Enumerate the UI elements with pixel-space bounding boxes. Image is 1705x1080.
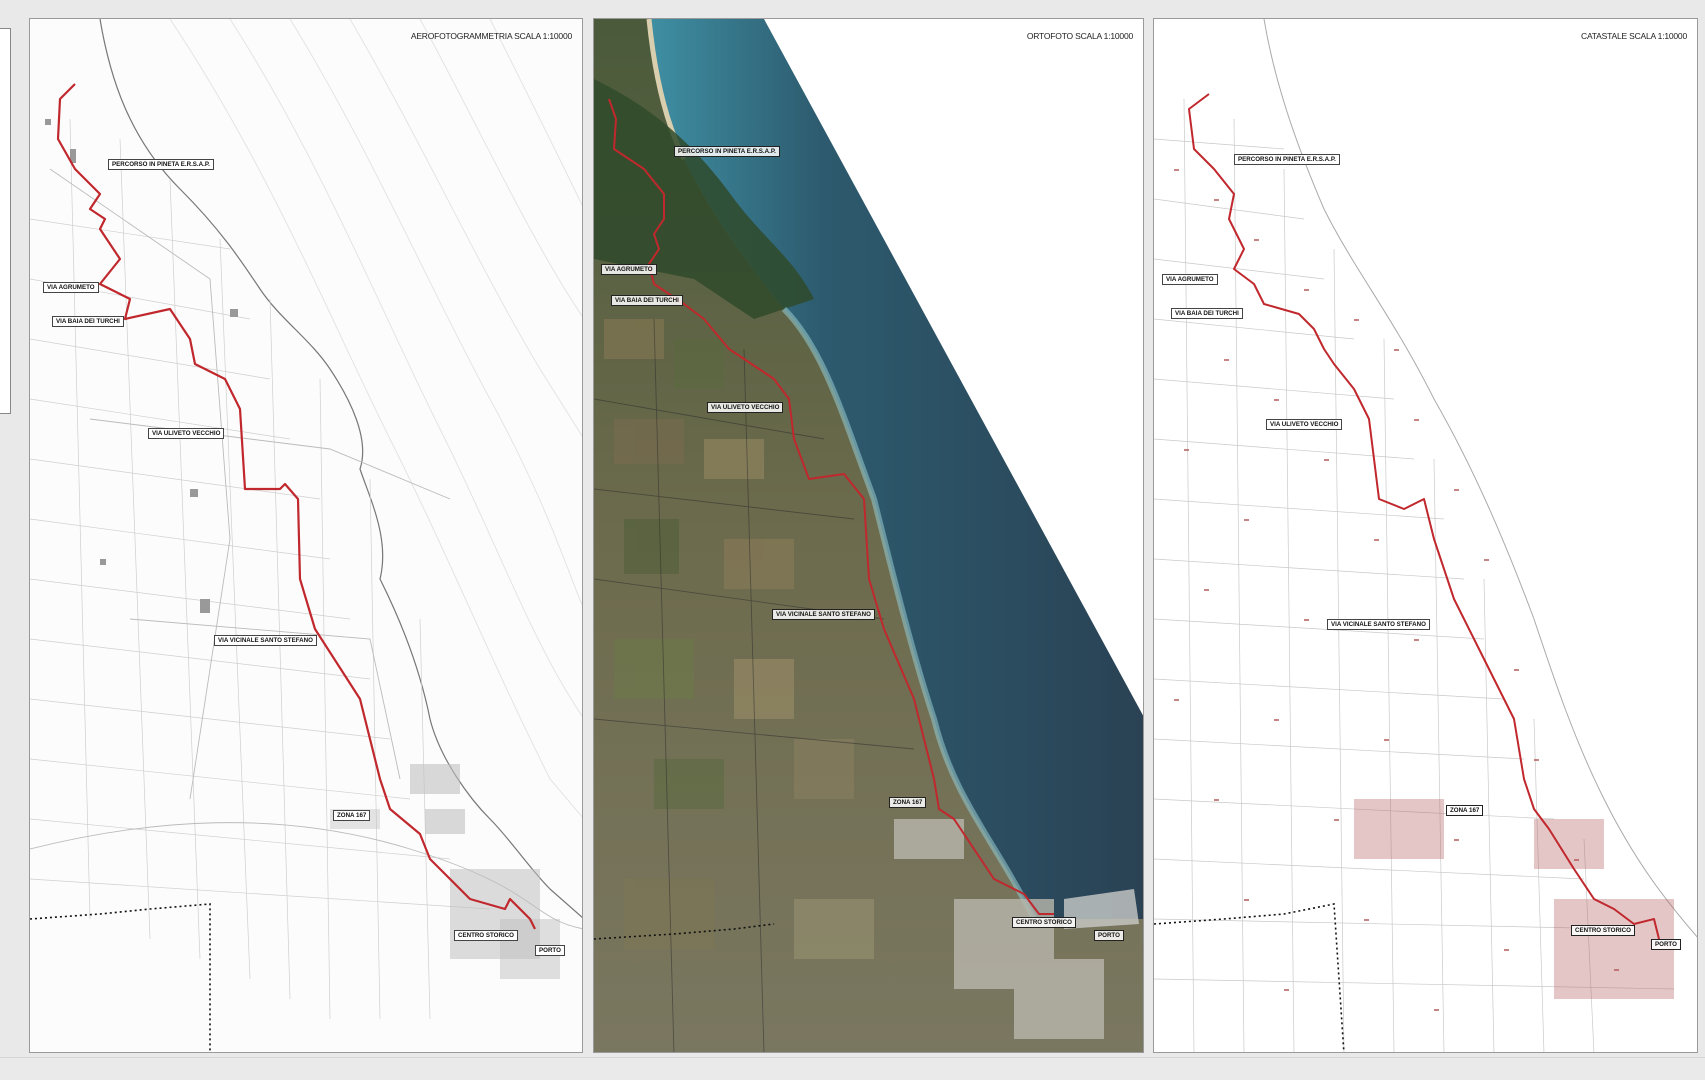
label-zona-167: ZONA 167 [1446,805,1484,816]
left-edge-strip [0,28,11,414]
label-via-baia-dei-turchi: VIA BAIA DEI TURCHI [1171,308,1243,319]
label-via-uliveto-vecchio: VIA ULIVETO VECCHIO [1266,419,1343,430]
label-via-vicinale-santo-stefano: VIA VICINALE SANTO STEFANO [1327,619,1430,630]
bottom-bar [0,1057,1705,1080]
map-panel-ortofoto[interactable]: ORTOFOTO SCALA 1:10000 PERCORSO IN PINET… [593,18,1144,1053]
label-centro-storico: CENTRO STORICO [1012,917,1076,928]
label-centro-storico: CENTRO STORICO [454,930,518,941]
label-via-uliveto-vecchio: VIA ULIVETO VECCHIO [707,402,784,413]
label-zona-167: ZONA 167 [333,810,371,821]
label-via-vicinale-santo-stefano: VIA VICINALE SANTO STEFANO [214,635,317,646]
panel-title-cata: CATASTALE SCALA 1:10000 [1581,31,1687,41]
label-percorso-pineta: PERCORSO IN PINETA E.R.S.A.P. [1234,154,1340,165]
label-percorso-pineta: PERCORSO IN PINETA E.R.S.A.P. [108,159,214,170]
label-porto: PORTO [1094,930,1124,941]
orto-map-drawing [594,19,1143,1052]
map-panel-aerofotogrammetria[interactable]: AEROFOTOGRAMMETRIA SCALA 1:10000 PERCORS… [29,18,583,1053]
aero-map-drawing [30,19,582,1052]
panel-title-aero: AEROFOTOGRAMMETRIA SCALA 1:10000 [410,31,572,41]
cata-map-drawing [1154,19,1697,1052]
label-via-baia-dei-turchi: VIA BAIA DEI TURCHI [611,295,683,306]
label-via-baia-dei-turchi: VIA BAIA DEI TURCHI [52,316,124,327]
label-porto: PORTO [1651,939,1681,950]
label-via-agrumeto: VIA AGRUMETO [1162,274,1218,285]
label-percorso-pineta: PERCORSO IN PINETA E.R.S.A.P. [674,146,780,157]
label-zona-167: ZONA 167 [889,797,927,808]
panel-title-orto: ORTOFOTO SCALA 1:10000 [1026,31,1133,41]
label-via-agrumeto: VIA AGRUMETO [601,264,657,275]
label-via-vicinale-santo-stefano: VIA VICINALE SANTO STEFANO [772,609,875,620]
label-centro-storico: CENTRO STORICO [1571,925,1635,936]
map-panel-catastale[interactable]: CATASTALE SCALA 1:10000 PERCORSO IN PINE… [1153,18,1698,1053]
label-via-agrumeto: VIA AGRUMETO [43,282,99,293]
label-via-uliveto-vecchio: VIA ULIVETO VECCHIO [148,428,225,439]
label-porto: PORTO [535,945,565,956]
